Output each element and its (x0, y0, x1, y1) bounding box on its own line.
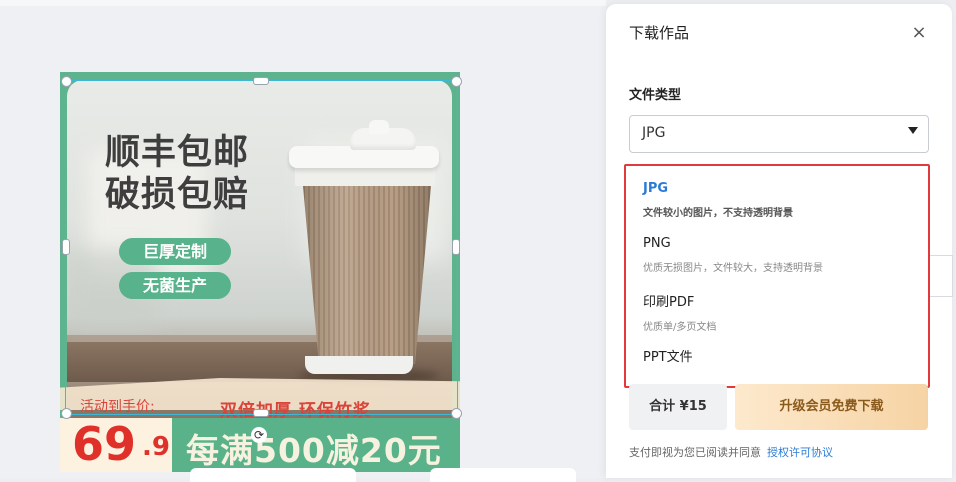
dropdown-option-jpg[interactable]: JPG 文件较小的图片，不支持透明背景 (643, 181, 793, 219)
editor-canvas[interactable]: 顺丰包邮 破损包赔 巨厚定制 无菌生产 活动到手价: 双倍加厚 环保竹浆 69 … (0, 0, 606, 482)
bottom-toolbar-secondary[interactable] (430, 468, 576, 482)
feature-pill-sterile[interactable]: 无菌生产 (119, 272, 231, 299)
option-title: PPT文件 (643, 350, 693, 365)
chevron-down-icon (908, 127, 918, 134)
license-agreement-link[interactable]: 授权许可协议 (767, 446, 833, 459)
promo-text[interactable]: 每满500减20元 (186, 424, 442, 472)
close-icon[interactable]: × (908, 22, 930, 44)
agreement-text: 支付即视为您已阅读并同意 (629, 446, 761, 459)
headline-line-2: 破损包赔 (105, 175, 250, 215)
option-title: JPG (643, 181, 669, 196)
upgrade-download-button[interactable]: 升级会员免费下载 (735, 384, 928, 430)
dropdown-option-pdf[interactable]: 印刷PDF 优质单/多页文档 (643, 291, 716, 333)
dropdown-option-png[interactable]: PNG 优质无损图片，文件较大，支持透明背景 (643, 236, 823, 274)
cup-bottom (305, 356, 413, 374)
cup-lid-spout (369, 120, 389, 134)
resize-handle-bottom-right[interactable] (451, 408, 462, 419)
option-description: 优质无损图片，文件较大，支持透明背景 (643, 263, 823, 274)
option-description: 优质单/多页文档 (643, 322, 717, 333)
headline[interactable]: 顺丰包邮 破损包赔 (105, 132, 249, 216)
resize-handle-top-right[interactable] (451, 76, 462, 87)
paper-cup-illustration (303, 186, 431, 364)
file-type-selected-value: JPG (642, 125, 666, 141)
resize-handle-bottom[interactable] (253, 409, 269, 417)
cup-lid-band (295, 166, 435, 186)
activity-label[interactable]: 活动到手价: (80, 396, 155, 416)
canvas-top-strip (0, 0, 606, 6)
feature-pill-thick[interactable]: 巨厚定制 (119, 238, 231, 265)
rotate-icon[interactable]: ⟳ (251, 427, 267, 443)
price-integer[interactable]: 69 (72, 416, 136, 472)
option-description: 文件较小的图片，不支持透明背景 (643, 208, 793, 219)
file-type-dropdown: JPG 文件较小的图片，不支持透明背景 PNG 优质无损图片，文件较大，支持透明… (624, 164, 930, 388)
resize-handle-left[interactable] (62, 239, 70, 255)
file-type-select[interactable]: JPG (629, 115, 929, 153)
dropdown-option-ppt[interactable]: PPT文件 (643, 346, 693, 365)
total-price-box: 合计 ¥15 (629, 384, 727, 430)
total-price: 合计 ¥15 (649, 399, 707, 414)
file-type-label: 文件类型 (629, 88, 682, 103)
headline-line-1: 顺丰包邮 (105, 133, 250, 173)
upgrade-button-label: 升级会员免费下载 (779, 399, 884, 414)
bottom-toolbar[interactable] (190, 468, 356, 482)
price-decimal[interactable]: .9 (142, 432, 170, 462)
option-title: PNG (643, 236, 671, 251)
panel-edge-control (930, 255, 953, 297)
download-panel: 下载作品 × 文件类型 JPG JPG 文件较小的图片，不支持透明背景 PNG … (606, 4, 952, 478)
resize-handle-bottom-left[interactable] (61, 408, 72, 419)
resize-handle-top-left[interactable] (61, 76, 72, 87)
agreement-note: 支付即视为您已阅读并同意 授权许可协议 (629, 444, 833, 460)
resize-handle-right[interactable] (452, 239, 460, 255)
resize-handle-top[interactable] (253, 77, 269, 85)
option-title: 印刷PDF (643, 295, 695, 310)
panel-title: 下载作品 (629, 24, 690, 42)
